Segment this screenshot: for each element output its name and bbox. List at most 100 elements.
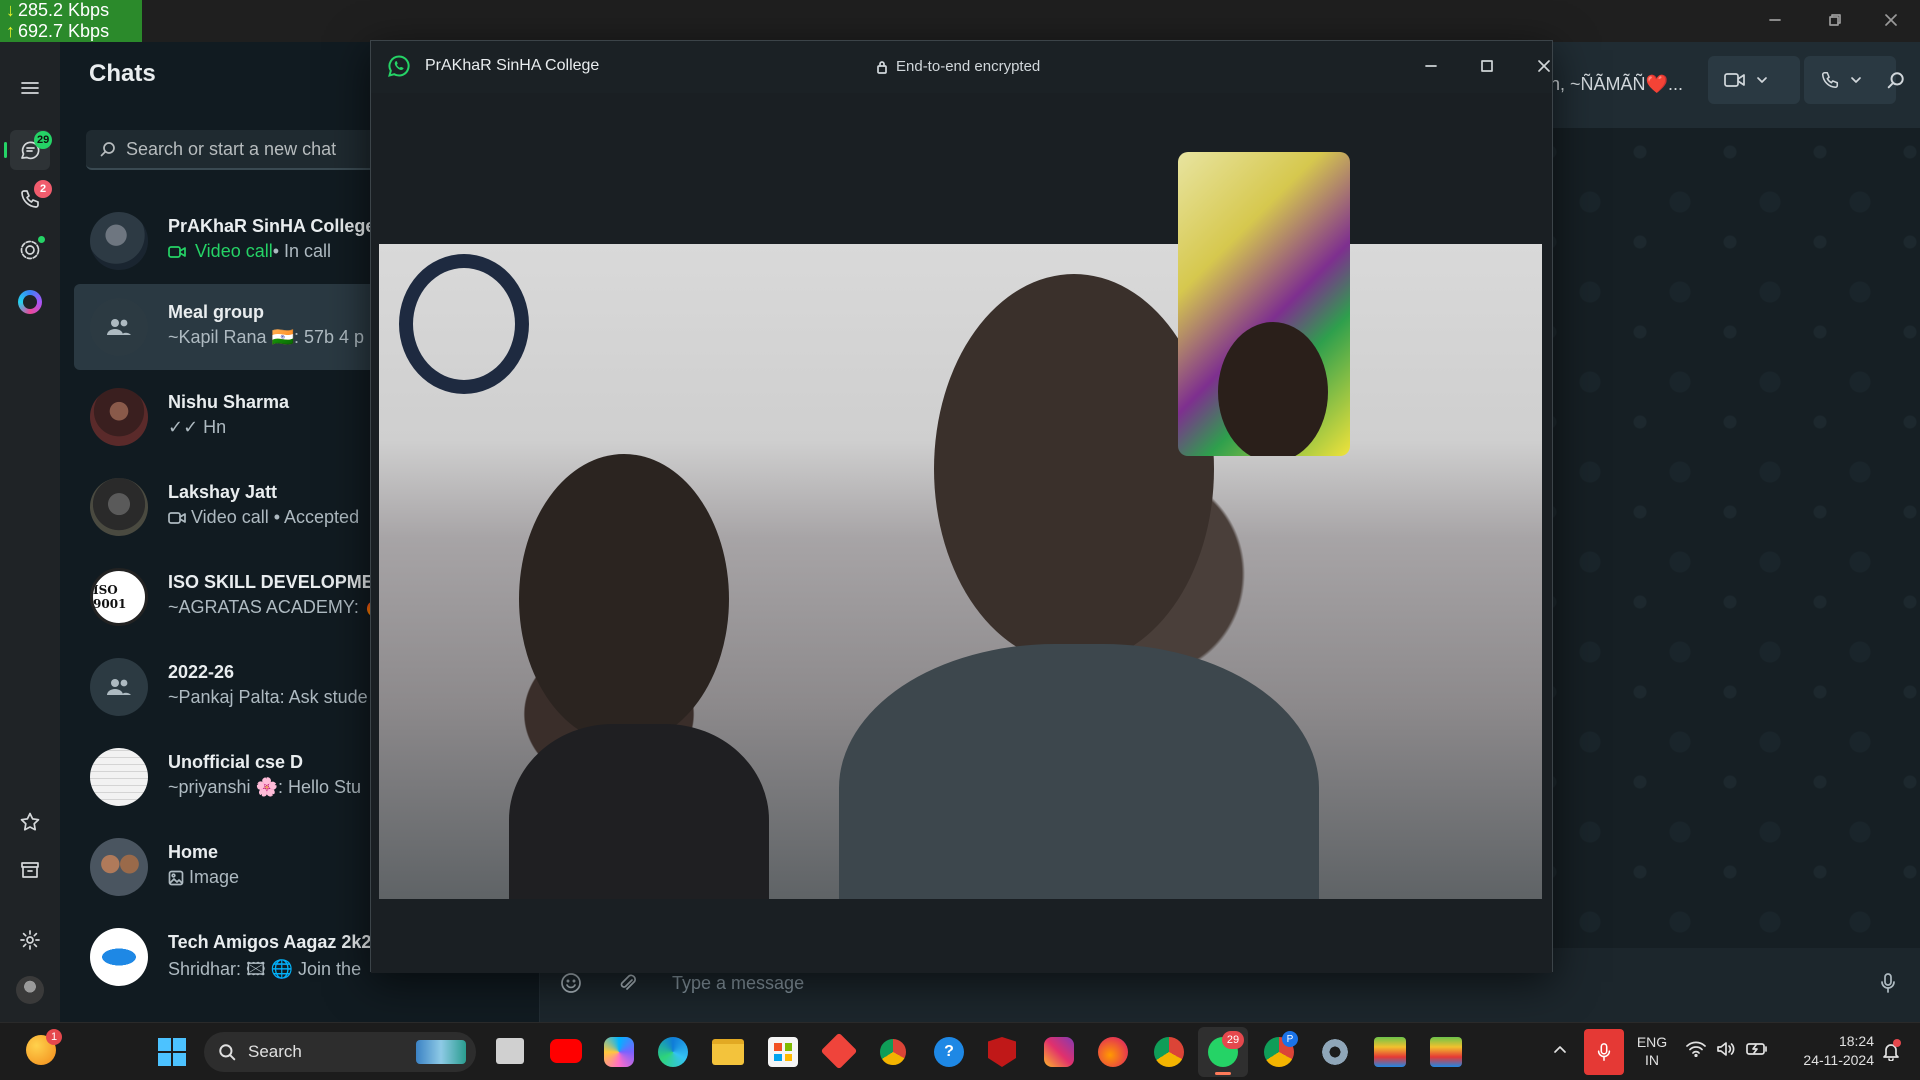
close-button[interactable]	[1868, 0, 1914, 40]
profile-avatar	[16, 976, 44, 1004]
chat-name: Lakshay Jatt	[168, 482, 278, 502]
nav-starred[interactable]	[10, 802, 50, 842]
tray-overflow-button[interactable]	[1552, 1041, 1568, 1062]
nav-status[interactable]	[10, 230, 50, 270]
whatsapp-logo-icon	[388, 55, 410, 77]
restore-icon	[1829, 14, 1841, 26]
whatsapp-app-button[interactable]: 29	[1198, 1027, 1248, 1077]
help-app-button[interactable]: ?	[934, 1037, 964, 1067]
edge-app-button[interactable]	[658, 1037, 688, 1067]
bluestacks-app-button[interactable]	[1374, 1037, 1406, 1067]
video-call-button[interactable]	[1708, 56, 1800, 104]
chat-search-placeholder: Search or start a new chat	[126, 138, 337, 159]
clock[interactable]: 18:24 24-11-2024	[1784, 1032, 1874, 1070]
conversation-search-button[interactable]	[1876, 56, 1916, 104]
youtube-app-button[interactable]	[550, 1039, 582, 1063]
chrome-app-button[interactable]	[878, 1037, 908, 1067]
chat-preview: ✓✓ Hn	[168, 417, 227, 437]
nav-chats[interactable]: 29	[4, 130, 53, 170]
emoji-button[interactable]	[560, 972, 582, 999]
headphones-shape	[399, 254, 529, 394]
person-right-head	[934, 274, 1214, 664]
image-icon	[168, 870, 184, 885]
emoji-icon	[561, 973, 581, 993]
chat-preview: Video call • Accepted	[168, 507, 359, 528]
chat-name: Tech Amigos Aagaz 2k2	[168, 932, 372, 952]
video-camera-icon	[168, 511, 186, 524]
battery-charging-icon	[1746, 1043, 1767, 1055]
instagram-app-button[interactable]	[1044, 1037, 1074, 1067]
microphone-icon	[1881, 973, 1895, 993]
chat-preview: Image	[168, 867, 239, 888]
microphone-icon	[1597, 1043, 1611, 1061]
nav-settings[interactable]	[10, 920, 50, 960]
volume-icon	[1717, 1042, 1735, 1056]
person-left-body	[509, 724, 769, 899]
profile-p-badge: P	[1282, 1031, 1298, 1047]
close-icon	[1538, 60, 1550, 72]
anydesk-app-button[interactable]	[820, 1032, 858, 1070]
question-icon: ?	[944, 1043, 954, 1060]
restore-button[interactable]	[1812, 0, 1858, 40]
windows-logo-icon	[158, 1038, 171, 1051]
firefox-app-button[interactable]	[1098, 1037, 1128, 1067]
mic-in-use-button[interactable]	[1584, 1029, 1624, 1075]
chat-preview: ~Pankaj Palta: Ask stude	[168, 687, 368, 707]
settings-app-button[interactable]	[1320, 1037, 1350, 1067]
avatar	[90, 838, 148, 896]
windows-logo-pane	[173, 1038, 186, 1051]
chrome-profile-button[interactable]	[1154, 1037, 1184, 1067]
nav-archived[interactable]	[10, 850, 50, 890]
minimize-icon	[1769, 19, 1781, 21]
mcafee-app-button[interactable]	[988, 1037, 1016, 1067]
network-volume-battery-button[interactable]	[1686, 1041, 1768, 1057]
language-indicator[interactable]: ENG IN	[1632, 1033, 1672, 1069]
nav-meta-ai[interactable]	[10, 282, 50, 322]
menu-button[interactable]	[10, 68, 50, 108]
star-icon	[20, 812, 40, 831]
search-highlight-icon	[416, 1040, 466, 1064]
download-speed: ↓ 285.2 Kbps	[6, 0, 110, 20]
call-minimize-button[interactable]	[1411, 49, 1451, 83]
store-pane	[774, 1053, 782, 1061]
notification-bell-button[interactable]	[1882, 1039, 1901, 1066]
taskbar-search[interactable]: Search	[204, 1032, 476, 1072]
video-call-window: PrAKhaR SinHA College End-to-end encrypt…	[370, 40, 1553, 973]
calls-missed-badge: 2	[34, 180, 52, 198]
meta-ai-icon	[18, 290, 42, 314]
region-code: IN	[1645, 1052, 1659, 1068]
clock-time: 18:24	[1838, 1033, 1874, 1049]
chat-name: Unofficial cse D	[168, 752, 304, 772]
search-icon	[100, 142, 115, 157]
taskview-button[interactable]	[496, 1038, 524, 1064]
minimize-icon	[1425, 65, 1437, 67]
avatar	[90, 928, 148, 986]
attach-button[interactable]	[616, 972, 638, 999]
nav-calls[interactable]: 2	[10, 179, 52, 219]
chrome-profile-p-button[interactable]: P	[1264, 1031, 1298, 1067]
chat-preview: Video call • In call	[168, 241, 331, 262]
status-new-dot	[38, 236, 45, 243]
main-titlebar	[0, 0, 1920, 42]
call-close-button[interactable]	[1524, 49, 1564, 83]
start-button[interactable]	[158, 1038, 186, 1066]
close-icon	[1885, 14, 1897, 26]
chat-name: Meal group	[168, 302, 265, 322]
chats-title: Chats	[89, 60, 156, 87]
message-input[interactable]: Type a message	[672, 973, 804, 994]
bluestacks-x-app-button[interactable]	[1430, 1037, 1462, 1067]
minimize-button[interactable]	[1752, 0, 1798, 40]
nav-profile[interactable]	[10, 970, 50, 1010]
chat-preview: ~Kapil Rana 🇮🇳: 57b 4 p	[168, 327, 365, 347]
chat-name: PrAKhaR SinHA College	[168, 216, 376, 236]
notification-dot	[1893, 1039, 1901, 1047]
copilot-app-button[interactable]	[604, 1037, 634, 1067]
voice-message-button[interactable]	[1878, 972, 1898, 999]
store-app-button[interactable]	[768, 1037, 798, 1067]
widgets-notification-badge: 1	[46, 1029, 62, 1045]
file-explorer-button[interactable]	[712, 1039, 744, 1065]
lock-icon	[877, 60, 887, 74]
group-avatar	[90, 658, 148, 716]
widgets-button[interactable]: 1	[26, 1029, 62, 1065]
call-maximize-button[interactable]	[1467, 49, 1507, 83]
